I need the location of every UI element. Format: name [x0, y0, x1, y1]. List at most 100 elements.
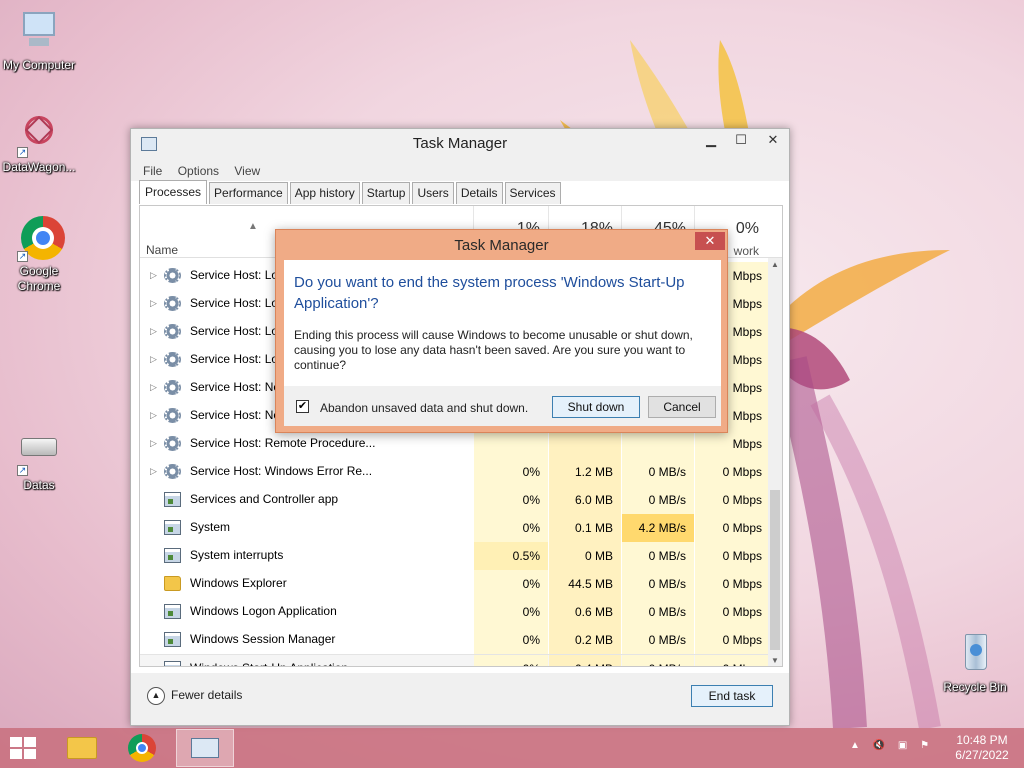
desktop-icon-datas[interactable]: ↗ Datas: [0, 428, 78, 493]
sort-up-icon: ▲: [248, 221, 258, 232]
cpu-cell: 0.5%: [474, 542, 548, 570]
memory-cell: 0.1 MB: [549, 514, 621, 542]
desktop-icon-my-computer[interactable]: My Computer: [0, 8, 78, 73]
scroll-down-icon[interactable]: ▼: [768, 654, 782, 666]
cpu-cell: 0%: [474, 626, 548, 654]
scroll-thumb[interactable]: [770, 490, 780, 650]
process-row[interactable]: Services and Controller app 0% 6.0 MB 0 MB/…: [140, 486, 770, 514]
memory-cell: 1.2 MB: [549, 458, 621, 486]
column-name[interactable]: Name: [146, 243, 178, 257]
expand-arrow-icon[interactable]: ▷: [150, 382, 157, 393]
process-row[interactable]: Windows Logon Application 0% 0.6 MB 0 MB/s 0…: [140, 598, 770, 626]
menu-view[interactable]: View: [234, 160, 260, 182]
chrome-icon: ↗: [15, 214, 65, 262]
tab-users[interactable]: Users: [412, 182, 454, 204]
app-window-icon: [164, 520, 181, 535]
folder-icon: [164, 576, 181, 591]
menu-options[interactable]: Options: [178, 160, 219, 182]
app-window-icon: [164, 661, 181, 666]
task-manager-icon: [191, 738, 219, 758]
dialog-question: Do you want to end the system process 'W…: [294, 274, 685, 312]
process-name: Service Host: Loc: [190, 324, 285, 338]
minimize-button[interactable]: ▁: [695, 129, 727, 151]
gear-icon: [164, 296, 181, 311]
shortcut-arrow-icon: ↗: [17, 147, 28, 158]
process-row[interactable]: Windows Explorer 0% 44.5 MB 0 MB/s 0 Mbps: [140, 570, 770, 598]
expand-arrow-icon[interactable]: ▷: [150, 354, 157, 365]
desktop-icon-datawagon[interactable]: ↗ DataWagon...: [0, 110, 78, 175]
app-window-icon: [164, 492, 181, 507]
process-name: Service Host: Ne: [190, 408, 281, 422]
desktop-icon-google-chrome[interactable]: ↗ Google Chrome: [0, 214, 78, 294]
taskbar: ▲ 🔇 ▣ ⚑ 10:48 PM 6/27/2022: [0, 728, 1024, 768]
memory-cell: 0.2 MB: [549, 626, 621, 654]
desktop-icon-recycle-bin[interactable]: Recycle Bin: [936, 630, 1014, 695]
expand-arrow-icon[interactable]: ▷: [150, 270, 157, 281]
start-button[interactable]: [10, 737, 38, 761]
memory-cell: 0.4 MB: [549, 655, 621, 666]
disk-cell: 0 MB/s: [622, 542, 694, 570]
taskbar-chrome[interactable]: [114, 729, 172, 767]
tab-details[interactable]: Details: [455, 182, 503, 204]
fewer-details-label: Fewer details: [171, 688, 243, 703]
fewer-details-button[interactable]: ▲ Fewer details: [147, 687, 242, 705]
network-cell: 0 Mbps: [695, 514, 770, 542]
process-row[interactable]: Windows Start-Up Application 0%0.4 MB0 MB…: [140, 654, 770, 666]
app-window-icon: [164, 548, 181, 563]
scroll-up-icon[interactable]: ▲: [768, 258, 782, 272]
taskbar-file-explorer[interactable]: [54, 729, 112, 767]
expand-arrow-icon[interactable]: ▷: [150, 326, 157, 337]
process-name: Services and Controller app: [190, 492, 339, 506]
abandon-data-label[interactable]: Abandon unsaved data and shut down.: [320, 401, 528, 415]
cpu-cell: 0%: [474, 570, 548, 598]
show-hidden-icons-icon[interactable]: ▲: [850, 740, 860, 751]
action-center-icon[interactable]: ⚑: [920, 740, 929, 751]
tab-startup[interactable]: Startup: [361, 182, 411, 204]
abandon-data-checkbox[interactable]: ✔: [296, 400, 309, 413]
tab-services[interactable]: Services: [504, 182, 561, 204]
expand-arrow-icon[interactable]: ▷: [150, 438, 157, 449]
menu-file[interactable]: File: [143, 160, 162, 182]
expand-arrow-icon[interactable]: ▷: [150, 466, 157, 477]
process-row[interactable]: ▷ Service Host: Remote Procedure... Mbps: [140, 430, 770, 458]
dialog-close-button[interactable]: ✕: [695, 232, 725, 250]
shortcut-arrow-icon: ↗: [17, 465, 28, 476]
disk-cell: 0 MB/s: [622, 486, 694, 514]
network-cell: 0 Mbps: [695, 542, 770, 570]
memory-cell: [549, 430, 621, 458]
desktop-icon-label: My Computer: [2, 58, 76, 72]
process-row[interactable]: ▷ Service Host: Windows Error Re... 0% 1.2 …: [140, 458, 770, 486]
end-task-button[interactable]: End task: [691, 685, 773, 707]
process-name: Service Host: Remote Procedure...: [190, 436, 376, 450]
title-bar[interactable]: Task Manager ▁ ☐ ✕: [131, 129, 789, 159]
disk-cell: 0 MB/s: [622, 626, 694, 654]
tab-processes[interactable]: Processes: [139, 180, 208, 204]
cpu-cell: [474, 430, 548, 458]
taskbar-task-manager[interactable]: [176, 729, 234, 767]
process-row[interactable]: System 0% 0.1 MB 4.2 MB/s 0 Mbps: [140, 514, 770, 542]
expand-arrow-icon[interactable]: ▷: [150, 298, 157, 309]
close-button[interactable]: ✕: [757, 129, 789, 151]
disk-cell: 0 MB/s: [622, 598, 694, 626]
network-icon[interactable]: ▣: [898, 740, 907, 751]
vertical-scrollbar[interactable]: ▲ ▼: [768, 258, 782, 666]
process-row[interactable]: System interrupts 0.5% 0 MB 0 MB/s 0 Mbps: [140, 542, 770, 570]
shut-down-button[interactable]: Shut down: [552, 396, 640, 418]
end-process-dialog[interactable]: Task Manager ✕ Do you want to end the sy…: [275, 229, 728, 433]
desktop-icon-label: Recycle Bin: [943, 680, 1007, 694]
network-cell: 0 Mbps: [695, 598, 770, 626]
tab-app-history[interactable]: App history: [289, 182, 360, 204]
gear-icon: [164, 464, 181, 479]
process-name: Service Host: Ne: [190, 380, 281, 394]
process-name: Service Host: Windows Error Re...: [190, 464, 373, 478]
volume-muted-icon[interactable]: 🔇: [873, 740, 885, 751]
expand-arrow-icon[interactable]: ▷: [150, 410, 157, 421]
process-name: Service Host: Loc: [190, 296, 285, 310]
clock[interactable]: 10:48 PM 6/27/2022: [952, 733, 1012, 763]
process-name: Windows Session Manager: [190, 632, 336, 646]
cancel-button[interactable]: Cancel: [648, 396, 716, 418]
drive-icon: ↗: [15, 428, 63, 476]
process-row[interactable]: Windows Session Manager 0% 0.2 MB 0 MB/s 0 M…: [140, 626, 770, 654]
maximize-button[interactable]: ☐: [725, 129, 757, 151]
tab-performance[interactable]: Performance: [209, 182, 288, 204]
